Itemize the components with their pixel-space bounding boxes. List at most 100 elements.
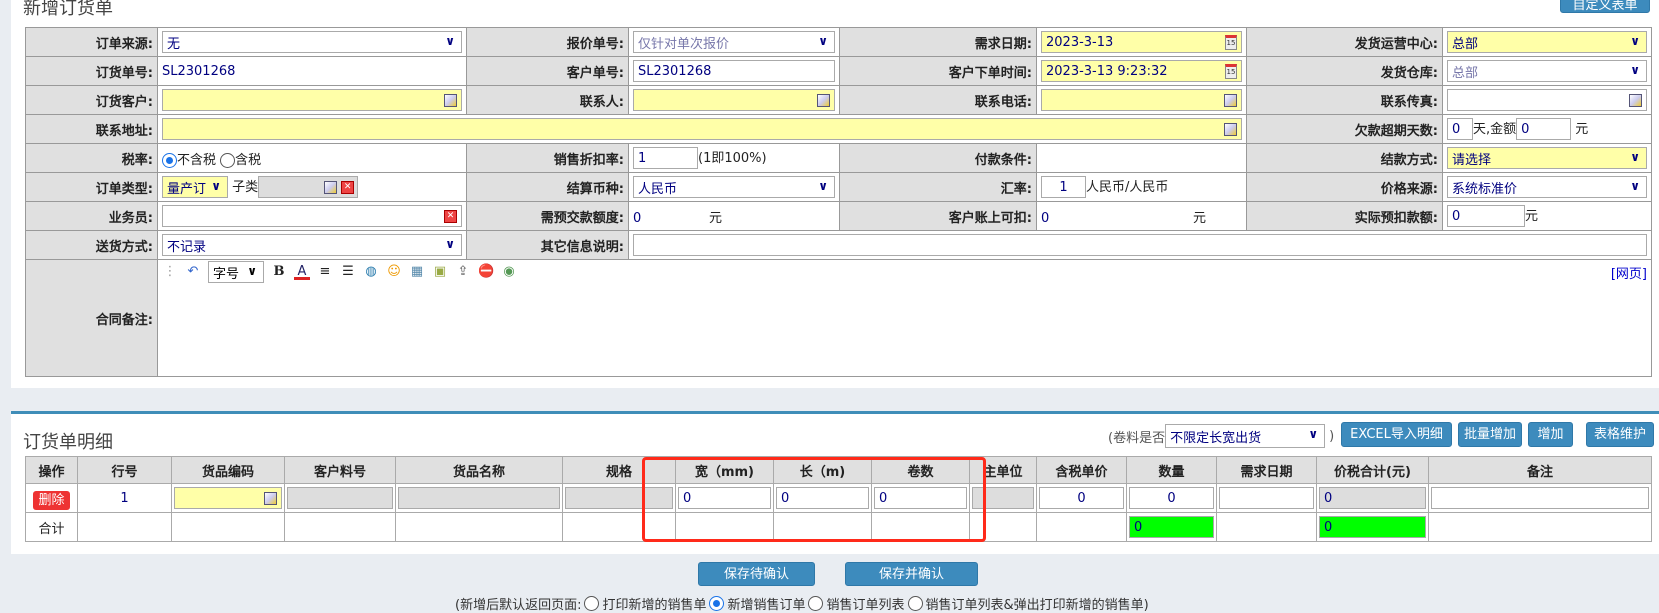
fax-input[interactable] (1447, 89, 1647, 111)
save-confirm-button[interactable]: 保存并确认 (845, 562, 978, 586)
excel-import-button[interactable]: EXCEL导入明细 (1341, 422, 1452, 447)
picker-icon[interactable] (264, 492, 277, 505)
picker-icon[interactable] (1224, 94, 1237, 107)
preview-icon[interactable]: ◉ (501, 264, 517, 280)
customer-input[interactable] (162, 89, 462, 111)
subtype-label: 子类 (232, 179, 259, 195)
return-option-radio[interactable] (907, 596, 923, 611)
address-input[interactable] (162, 118, 1242, 140)
overdue-days-input[interactable]: 0 (1447, 118, 1473, 141)
discount-input[interactable]: 1 (633, 147, 698, 170)
customer-no-input[interactable]: SL2301268 (633, 60, 835, 82)
currency-select[interactable]: 人民币 ∨ (633, 176, 835, 198)
overdue-unit: 元 (1575, 121, 1589, 137)
return-option-radio[interactable] (584, 596, 600, 611)
picker-icon[interactable] (324, 181, 338, 195)
row-demand-date-input[interactable] (1219, 487, 1314, 509)
align-icon[interactable]: ≡ (317, 264, 333, 280)
row-remark-input[interactable] (1431, 487, 1649, 509)
roll-select[interactable]: 不限定长宽出货 ∨ (1165, 424, 1326, 448)
list-icon[interactable]: ☰ (340, 264, 356, 280)
quote-no-select[interactable]: 仅针对单次报价 ∨ (633, 31, 835, 53)
custom-form-button[interactable]: 自定义表单 (1560, 0, 1650, 13)
table-maintain-button[interactable]: 表格维护 (1586, 422, 1654, 447)
picker-icon[interactable] (1224, 123, 1237, 136)
row-total-value: 0 (1319, 487, 1426, 509)
delivery-select[interactable]: 不记录 ∨ (162, 234, 462, 256)
font-color-icon[interactable]: A (294, 264, 310, 280)
link-icon[interactable]: ◍ (363, 264, 379, 280)
bold-icon[interactable]: B (271, 264, 287, 280)
font-size-select[interactable]: 字号 ∨ (208, 261, 264, 283)
undo-icon[interactable]: ↶ (185, 264, 201, 280)
tax-inclusive-radio[interactable] (220, 152, 236, 168)
warehouse-select[interactable]: 总部 ∨ (1447, 60, 1647, 82)
remark-label: 合同备注: (25, 259, 158, 377)
product-code-input[interactable] (174, 487, 282, 509)
column-header: 货品编码 (171, 456, 285, 484)
prepay-label: 需预交款额度: (466, 201, 629, 231)
ship-center-select[interactable]: 总部 ∨ (1447, 31, 1647, 53)
return-option-radio[interactable] (709, 596, 725, 611)
rate-input[interactable]: 1 (1041, 176, 1086, 199)
settle-method-select[interactable]: 请选择 ∨ (1447, 147, 1647, 169)
batch-add-button[interactable]: 批量增加 (1458, 422, 1522, 447)
image-icon[interactable]: ▣ (432, 264, 448, 280)
roll-close-paren: ) (1329, 428, 1335, 444)
chevron-down-icon: ∨ (1630, 179, 1640, 193)
overdue-amount-input[interactable]: 0 (1516, 118, 1572, 141)
picker-icon[interactable] (817, 94, 830, 107)
order-source-select[interactable]: 无 ∨ (162, 31, 462, 53)
other-info-input[interactable] (633, 234, 1647, 256)
flash-icon[interactable]: ⛔ (478, 264, 494, 280)
contact-input[interactable] (633, 89, 835, 111)
price-source-select[interactable]: 系统标准价 ∨ (1447, 176, 1647, 198)
order-time-label: 客户下单时间: (839, 56, 1037, 86)
picker-icon[interactable] (444, 94, 457, 107)
emoji-icon[interactable]: ☺ (386, 264, 402, 280)
calendar-icon[interactable]: 15 (1225, 35, 1237, 50)
order-type-label: 订单类型: (25, 172, 158, 202)
fax-label: 联系传真: (1246, 85, 1443, 115)
contact-label: 联系人: (466, 85, 629, 115)
table-icon[interactable]: ▦ (409, 264, 425, 280)
save-pending-button[interactable]: 保存待确认 (698, 562, 815, 586)
column-header: 价税合计(元) (1316, 456, 1429, 484)
remark-editor[interactable] (159, 284, 1651, 372)
delete-row-button[interactable]: 删除 (33, 490, 70, 510)
chevron-down-icon: ∨ (1630, 150, 1640, 164)
tax-exclusive-radio[interactable] (162, 152, 177, 168)
return-page-options: (新增后默认返回页面: 打印新增的销售单 新增销售订单 销售订单列表 销售订单列… (455, 594, 1149, 613)
order-time-input[interactable]: 2023-3-13 9:23:32 15 (1041, 60, 1242, 82)
qty-input[interactable]: 0 (1129, 487, 1214, 509)
picker-icon[interactable] (1629, 94, 1642, 107)
column-header: 操作 (25, 456, 78, 484)
column-header: 行号 (77, 456, 172, 484)
discount-note: (1即100%) (698, 150, 767, 166)
salesman-label: 业务员: (25, 201, 158, 231)
delivery-label: 送货方式: (25, 230, 158, 260)
return-option-radio[interactable] (808, 596, 824, 611)
sum-label: 合计 (25, 512, 78, 542)
clear-icon[interactable]: ✕ (341, 181, 355, 195)
other-info-label: 其它信息说明: (466, 230, 629, 260)
calendar-icon[interactable]: 15 (1225, 64, 1237, 79)
overdue-label: 欠款超期天数: (1246, 114, 1443, 144)
chevron-down-icon: ∨ (247, 264, 257, 278)
phone-input[interactable] (1041, 89, 1242, 111)
price-input[interactable]: 0 (1039, 487, 1124, 509)
add-button[interactable]: 增加 (1528, 422, 1573, 447)
clear-icon[interactable]: ✕ (444, 210, 457, 223)
order-type-select[interactable]: 量产订 ∨ (162, 176, 228, 199)
chevron-down-icon: ∨ (818, 34, 828, 48)
customer-part-input (287, 487, 393, 509)
tax-inclusive-label: 含税 (235, 152, 262, 168)
web-mode-link[interactable]: [网页] (1611, 263, 1647, 282)
customer-label: 订货客户: (25, 85, 158, 115)
actual-deduct-input[interactable]: 0 (1447, 205, 1525, 228)
upload-icon[interactable]: ⇪ (455, 264, 471, 280)
subtype-input[interactable]: ✕ (258, 176, 359, 199)
chevron-down-icon: ∨ (445, 237, 455, 251)
salesman-input[interactable]: ✕ (162, 205, 462, 227)
demand-date-input[interactable]: 2023-3-13 15 (1041, 31, 1242, 53)
